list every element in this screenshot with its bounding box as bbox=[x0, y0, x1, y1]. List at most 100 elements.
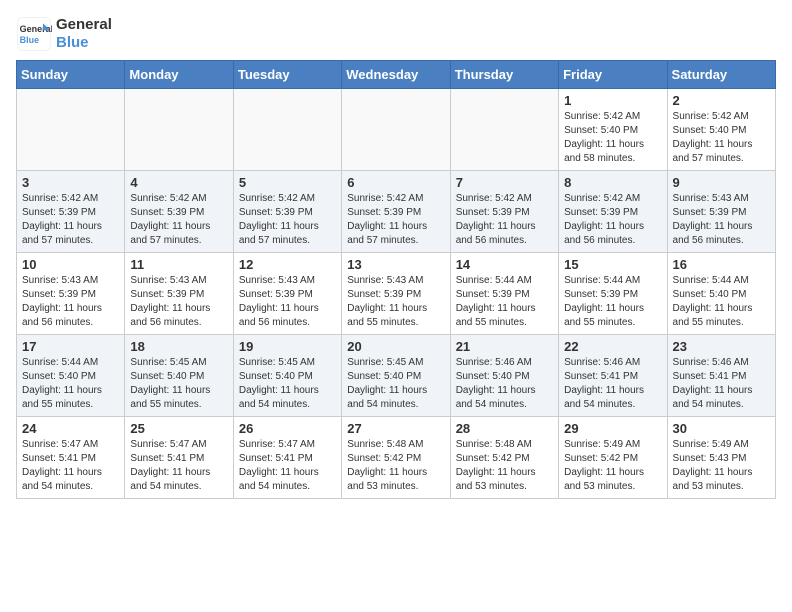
weekday-header-friday: Friday bbox=[559, 61, 667, 89]
day-number: 3 bbox=[22, 175, 119, 190]
day-number: 2 bbox=[673, 93, 770, 108]
day-number: 23 bbox=[673, 339, 770, 354]
calendar-cell: 21Sunrise: 5:46 AM Sunset: 5:40 PM Dayli… bbox=[450, 335, 558, 417]
weekday-header-monday: Monday bbox=[125, 61, 233, 89]
day-info: Sunrise: 5:44 AM Sunset: 5:40 PM Dayligh… bbox=[22, 356, 119, 412]
svg-text:Blue: Blue bbox=[20, 35, 40, 45]
calendar-cell: 16 Sunrise: 5:44 AM Sunset: 5:40 PM Dayli… bbox=[667, 253, 775, 335]
day-info: Sunrise: 5:48 AM Sunset: 5:42 PM Dayligh… bbox=[347, 438, 444, 494]
calendar-cell: 7Sunrise: 5:42 AM Sunset: 5:39 PM Daylig… bbox=[450, 171, 558, 253]
calendar-cell: 11 Sunrise: 5:43 AM Sunset: 5:39 PM Dayli… bbox=[125, 253, 233, 335]
logo-icon: General Blue bbox=[16, 16, 52, 52]
calendar-cell: 4Sunrise: 5:42 AM Sunset: 5:39 PM Daylig… bbox=[125, 171, 233, 253]
day-info: Sunrise: 5:43 AM Sunset: 5:39 PM Dayligh… bbox=[130, 274, 227, 330]
calendar-cell: 28 Sunrise: 5:48 AM Sunset: 5:42 PM Dayli… bbox=[450, 417, 558, 499]
day-info: Sunrise: 5:42 AM Sunset: 5:39 PM Dayligh… bbox=[347, 192, 444, 248]
day-info: Sunrise: 5:43 AM Sunset: 5:39 PM Dayligh… bbox=[347, 274, 444, 330]
day-info: Sunrise: 5:45 AM Sunset: 5:40 PM Dayligh… bbox=[239, 356, 336, 412]
logo-general: General bbox=[56, 16, 112, 34]
day-info: Sunrise: 5:42 AM Sunset: 5:40 PM Dayligh… bbox=[564, 110, 661, 166]
calendar-cell: 19 Sunrise: 5:45 AM Sunset: 5:40 PM Dayli… bbox=[233, 335, 341, 417]
day-info: Sunrise: 5:46 AM Sunset: 5:41 PM Dayligh… bbox=[564, 356, 661, 412]
calendar-week-4: 17Sunrise: 5:44 AM Sunset: 5:40 PM Dayli… bbox=[17, 335, 776, 417]
day-number: 15 bbox=[564, 257, 661, 272]
day-info: Sunrise: 5:42 AM Sunset: 5:39 PM Dayligh… bbox=[456, 192, 553, 248]
day-info: Sunrise: 5:44 AM Sunset: 5:39 PM Dayligh… bbox=[456, 274, 553, 330]
day-info: Sunrise: 5:49 AM Sunset: 5:43 PM Dayligh… bbox=[673, 438, 770, 494]
day-number: 5 bbox=[239, 175, 336, 190]
weekday-header-saturday: Saturday bbox=[667, 61, 775, 89]
calendar-cell: 14 Sunrise: 5:44 AM Sunset: 5:39 PM Dayli… bbox=[450, 253, 558, 335]
weekday-header-wednesday: Wednesday bbox=[342, 61, 450, 89]
day-info: Sunrise: 5:42 AM Sunset: 5:39 PM Dayligh… bbox=[564, 192, 661, 248]
day-number: 20 bbox=[347, 339, 444, 354]
day-number: 27 bbox=[347, 421, 444, 436]
day-number: 10 bbox=[22, 257, 119, 272]
day-number: 12 bbox=[239, 257, 336, 272]
calendar-cell: 2 Sunrise: 5:42 AM Sunset: 5:40 PM Daylig… bbox=[667, 89, 775, 171]
calendar-cell bbox=[17, 89, 125, 171]
day-number: 22 bbox=[564, 339, 661, 354]
day-info: Sunrise: 5:44 AM Sunset: 5:39 PM Dayligh… bbox=[564, 274, 661, 330]
calendar-cell: 26 Sunrise: 5:47 AM Sunset: 5:41 PM Dayli… bbox=[233, 417, 341, 499]
day-info: Sunrise: 5:42 AM Sunset: 5:39 PM Dayligh… bbox=[22, 192, 119, 248]
calendar-cell: 24 Sunrise: 5:47 AM Sunset: 5:41 PM Dayli… bbox=[17, 417, 125, 499]
calendar-cell bbox=[125, 89, 233, 171]
logo-blue: Blue bbox=[56, 34, 112, 52]
weekday-header-sunday: Sunday bbox=[17, 61, 125, 89]
calendar-cell: 27 Sunrise: 5:48 AM Sunset: 5:42 PM Dayli… bbox=[342, 417, 450, 499]
calendar-cell: 3 Sunrise: 5:42 AM Sunset: 5:39 PM Daylig… bbox=[17, 171, 125, 253]
weekday-header-thursday: Thursday bbox=[450, 61, 558, 89]
day-number: 8 bbox=[564, 175, 661, 190]
day-number: 29 bbox=[564, 421, 661, 436]
day-info: Sunrise: 5:43 AM Sunset: 5:39 PM Dayligh… bbox=[673, 192, 770, 248]
calendar-cell: 13 Sunrise: 5:43 AM Sunset: 5:39 PM Dayli… bbox=[342, 253, 450, 335]
day-number: 26 bbox=[239, 421, 336, 436]
day-number: 11 bbox=[130, 257, 227, 272]
day-info: Sunrise: 5:47 AM Sunset: 5:41 PM Dayligh… bbox=[239, 438, 336, 494]
calendar-cell: 23 Sunrise: 5:46 AM Sunset: 5:41 PM Dayli… bbox=[667, 335, 775, 417]
day-number: 14 bbox=[456, 257, 553, 272]
calendar-cell: 9Sunrise: 5:43 AM Sunset: 5:39 PM Daylig… bbox=[667, 171, 775, 253]
calendar-cell bbox=[342, 89, 450, 171]
day-number: 13 bbox=[347, 257, 444, 272]
day-number: 18 bbox=[130, 339, 227, 354]
day-number: 16 bbox=[673, 257, 770, 272]
day-info: Sunrise: 5:49 AM Sunset: 5:42 PM Dayligh… bbox=[564, 438, 661, 494]
day-number: 24 bbox=[22, 421, 119, 436]
day-info: Sunrise: 5:47 AM Sunset: 5:41 PM Dayligh… bbox=[22, 438, 119, 494]
calendar-week-3: 10 Sunrise: 5:43 AM Sunset: 5:39 PM Dayli… bbox=[17, 253, 776, 335]
day-info: Sunrise: 5:44 AM Sunset: 5:40 PM Dayligh… bbox=[673, 274, 770, 330]
day-number: 6 bbox=[347, 175, 444, 190]
day-number: 25 bbox=[130, 421, 227, 436]
calendar-cell: 17Sunrise: 5:44 AM Sunset: 5:40 PM Dayli… bbox=[17, 335, 125, 417]
day-info: Sunrise: 5:47 AM Sunset: 5:41 PM Dayligh… bbox=[130, 438, 227, 494]
calendar-cell: 30 Sunrise: 5:49 AM Sunset: 5:43 PM Dayli… bbox=[667, 417, 775, 499]
calendar-cell: 18 Sunrise: 5:45 AM Sunset: 5:40 PM Dayli… bbox=[125, 335, 233, 417]
day-number: 28 bbox=[456, 421, 553, 436]
day-info: Sunrise: 5:42 AM Sunset: 5:39 PM Dayligh… bbox=[239, 192, 336, 248]
calendar-cell: 12Sunrise: 5:43 AM Sunset: 5:39 PM Dayli… bbox=[233, 253, 341, 335]
day-number: 19 bbox=[239, 339, 336, 354]
calendar-cell bbox=[450, 89, 558, 171]
calendar-cell: 10 Sunrise: 5:43 AM Sunset: 5:39 PM Dayli… bbox=[17, 253, 125, 335]
day-info: Sunrise: 5:46 AM Sunset: 5:40 PM Dayligh… bbox=[456, 356, 553, 412]
day-info: Sunrise: 5:45 AM Sunset: 5:40 PM Dayligh… bbox=[130, 356, 227, 412]
day-number: 30 bbox=[673, 421, 770, 436]
day-info: Sunrise: 5:45 AM Sunset: 5:40 PM Dayligh… bbox=[347, 356, 444, 412]
calendar-cell: 29 Sunrise: 5:49 AM Sunset: 5:42 PM Dayli… bbox=[559, 417, 667, 499]
day-number: 4 bbox=[130, 175, 227, 190]
day-info: Sunrise: 5:46 AM Sunset: 5:41 PM Dayligh… bbox=[673, 356, 770, 412]
day-info: Sunrise: 5:42 AM Sunset: 5:40 PM Dayligh… bbox=[673, 110, 770, 166]
day-info: Sunrise: 5:43 AM Sunset: 5:39 PM Dayligh… bbox=[22, 274, 119, 330]
calendar-week-5: 24 Sunrise: 5:47 AM Sunset: 5:41 PM Dayli… bbox=[17, 417, 776, 499]
weekday-header-row: SundayMondayTuesdayWednesdayThursdayFrid… bbox=[17, 61, 776, 89]
page-header: General Blue General Blue bbox=[16, 16, 776, 52]
calendar-table: SundayMondayTuesdayWednesdayThursdayFrid… bbox=[16, 60, 776, 499]
day-number: 1 bbox=[564, 93, 661, 108]
calendar-cell: 1 Sunrise: 5:42 AM Sunset: 5:40 PM Daylig… bbox=[559, 89, 667, 171]
calendar-cell: 15 Sunrise: 5:44 AM Sunset: 5:39 PM Dayli… bbox=[559, 253, 667, 335]
calendar-cell: 25 Sunrise: 5:47 AM Sunset: 5:41 PM Dayli… bbox=[125, 417, 233, 499]
calendar-cell: 5 Sunrise: 5:42 AM Sunset: 5:39 PM Daylig… bbox=[233, 171, 341, 253]
day-info: Sunrise: 5:48 AM Sunset: 5:42 PM Dayligh… bbox=[456, 438, 553, 494]
